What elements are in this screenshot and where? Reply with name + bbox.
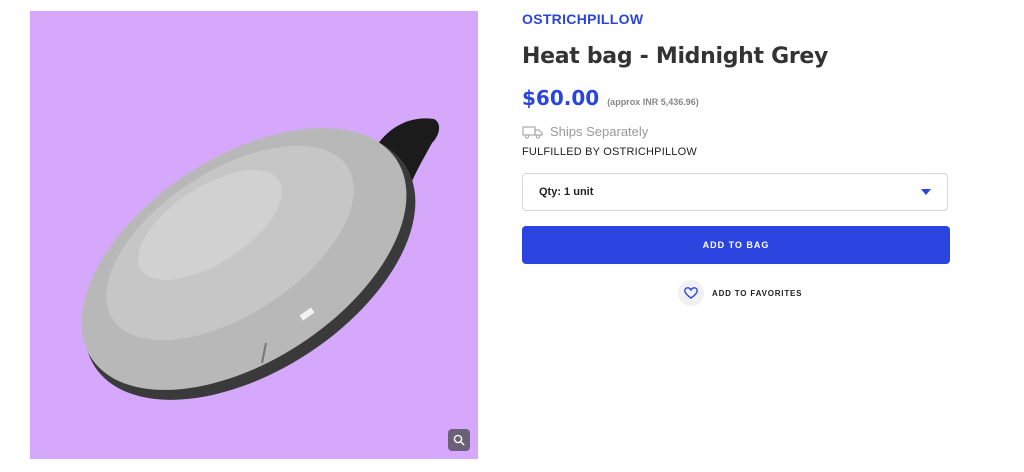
heat-bag-image	[81, 118, 440, 400]
quantity-value: Qty: 1 unit	[539, 186, 594, 198]
price-row: $60.00 (approx INR 5,436.96)	[522, 86, 699, 110]
truck-icon	[522, 125, 543, 139]
add-to-favorites-button[interactable]: ADD TO FAVORITES	[678, 280, 802, 306]
shipping-info: Ships Separately	[522, 124, 648, 139]
product-title: Heat bag - Midnight Grey	[522, 44, 829, 69]
add-to-bag-button[interactable]: ADD TO BAG	[522, 226, 950, 264]
heart-icon	[684, 287, 698, 299]
zoom-button[interactable]	[448, 429, 470, 451]
brand-link[interactable]: OSTRICHPILLOW	[522, 11, 643, 27]
price: $60.00	[522, 86, 600, 110]
quantity-select[interactable]: Qty: 1 unit	[522, 173, 948, 211]
price-approx: (approx INR 5,436.96)	[607, 97, 699, 107]
add-to-favorites-label: ADD TO FAVORITES	[712, 288, 803, 298]
favorite-icon-wrapper	[678, 280, 704, 306]
product-image[interactable]	[30, 11, 478, 459]
search-icon	[453, 434, 465, 446]
fulfilled-by: FULFILLED BY OSTRICHPILLOW	[522, 146, 697, 158]
shipping-text: Ships Separately	[550, 124, 649, 139]
caret-down-icon	[921, 189, 931, 195]
